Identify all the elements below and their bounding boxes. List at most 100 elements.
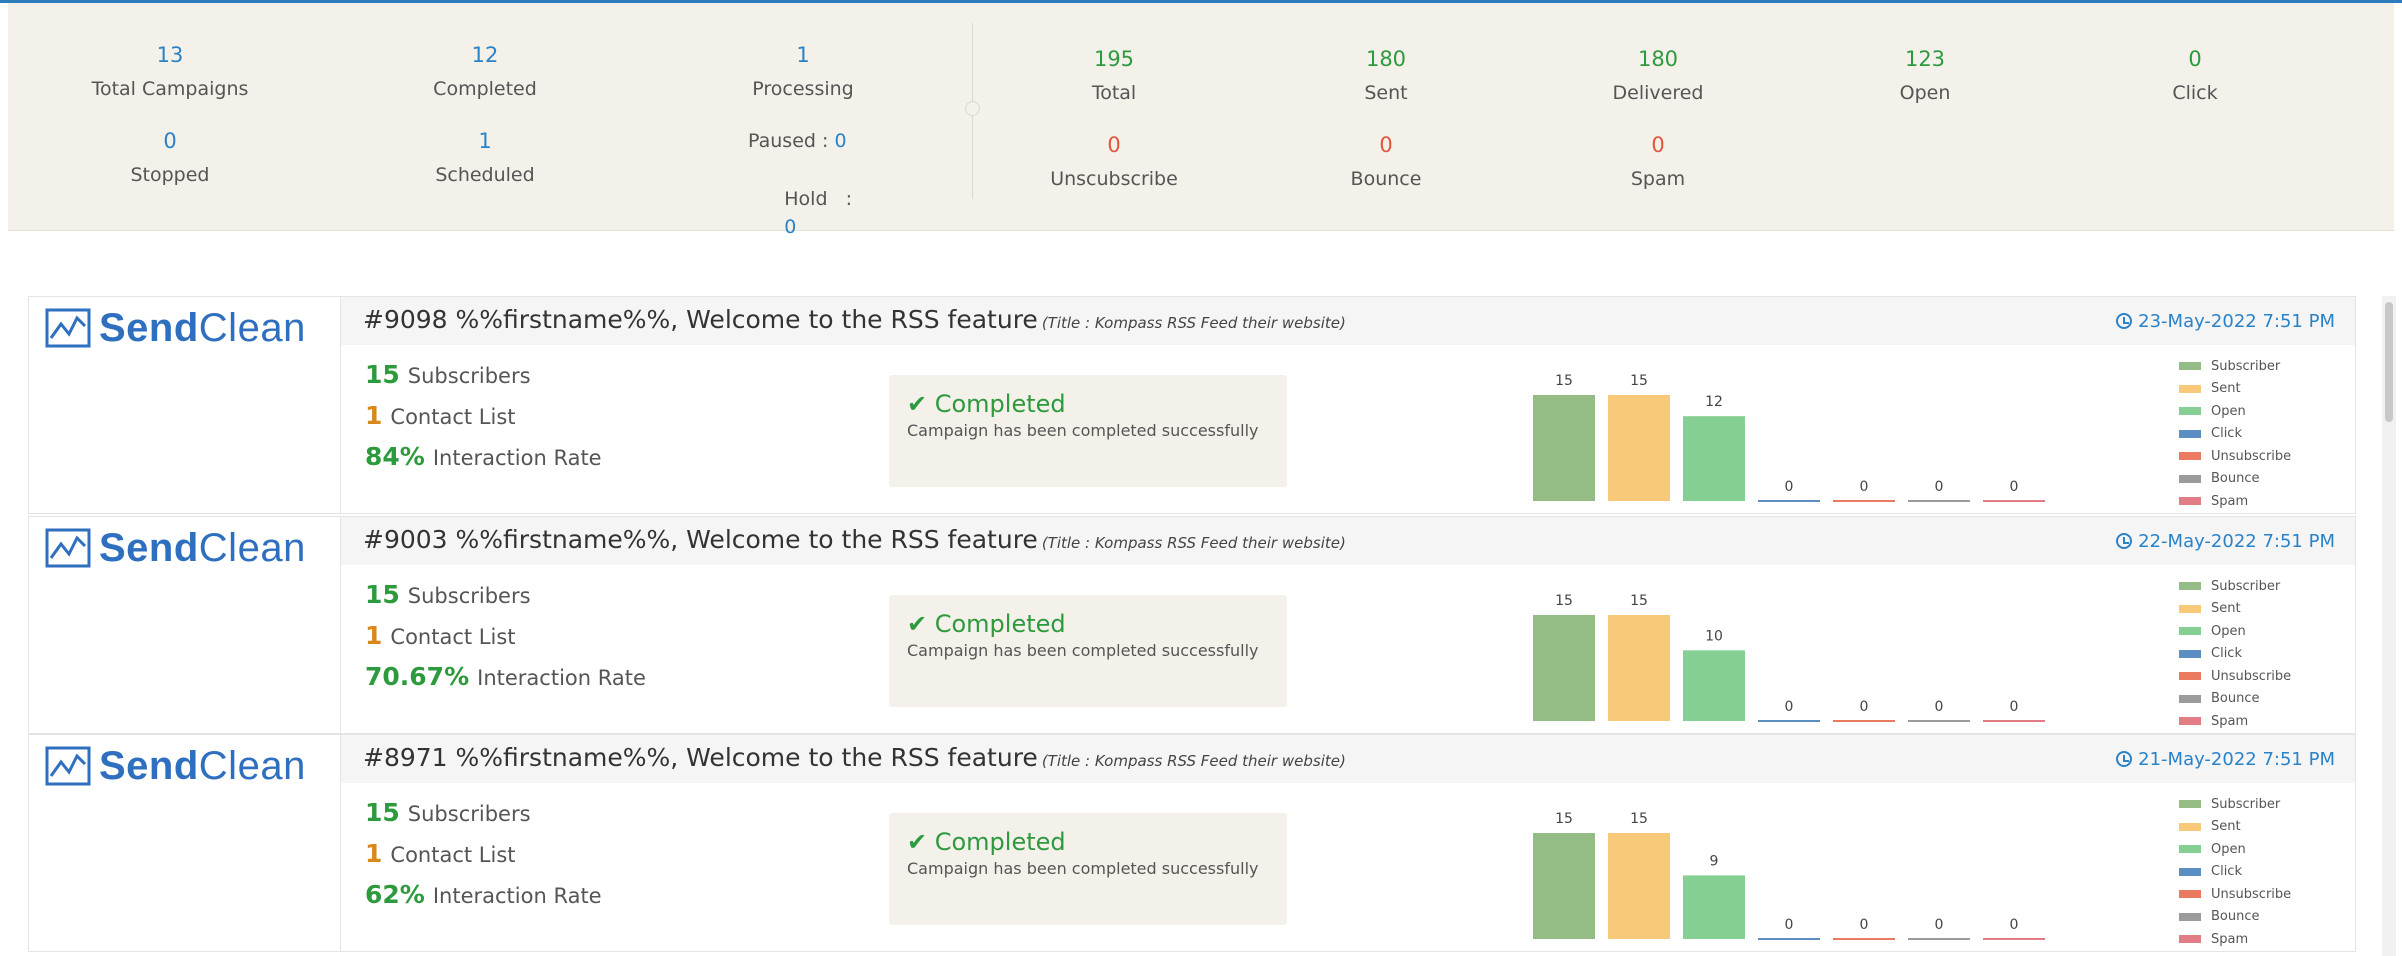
legend-swatch [2179, 362, 2201, 371]
campaign-card[interactable]: Send Clean #9098 %%firstname%%, Welcome t… [28, 296, 2356, 514]
bar-bounce[interactable] [1908, 720, 1970, 722]
legend-swatch [2179, 867, 2201, 876]
bar-bounce[interactable] [1908, 500, 1970, 502]
legend-item-sent[interactable]: Sent [2179, 598, 2349, 621]
legend-item-unsubscribe[interactable]: Unsubscribe [2179, 445, 2349, 468]
legend-swatch [2179, 717, 2201, 726]
bar-sent[interactable] [1608, 395, 1670, 501]
scrollbar-thumb[interactable] [2385, 302, 2393, 422]
campaign-card[interactable]: Send Clean #9003 %%firstname%%, Welcome t… [28, 516, 2356, 734]
subscribers-count: 15 Subscribers [365, 798, 531, 827]
stat-total-campaigns[interactable]: 13 Total Campaigns [20, 41, 320, 103]
bar-spam[interactable] [1983, 720, 2045, 722]
status-description: Campaign has been completed successfully [907, 421, 1259, 440]
bar-value-label: 15 [1555, 373, 1573, 389]
legend-item-click[interactable]: Click [2179, 643, 2349, 666]
bar-click[interactable] [1758, 938, 1820, 940]
campaign-header: #8971 %%firstname%%, Welcome to the RSS … [341, 735, 2355, 783]
stat-value: 0 [163, 129, 177, 153]
campaign-title[interactable]: #9003 %%firstname%%, Welcome to the RSS … [363, 525, 1346, 554]
legend-label: Bounce [2211, 471, 2260, 487]
bar-subscriber[interactable] [1533, 395, 1595, 501]
bar-unsubscribe[interactable] [1833, 500, 1895, 502]
bar-value-label: 0 [1935, 479, 1944, 495]
legend-item-subscriber[interactable]: Subscriber [2179, 793, 2349, 816]
stat-label: Open [1899, 82, 1951, 104]
logo-cell: Send Clean [29, 735, 341, 951]
bar-subscriber[interactable] [1533, 833, 1595, 939]
bar-unsubscribe[interactable] [1833, 720, 1895, 722]
legend-item-click[interactable]: Click [2179, 423, 2349, 446]
stat-paused[interactable]: Paused : 0 [748, 127, 847, 155]
legend-item-open[interactable]: Open [2179, 838, 2349, 861]
campaign-card[interactable]: Send Clean #8971 %%firstname%%, Welcome t… [28, 734, 2356, 952]
sendclean-logo: Send Clean [45, 306, 306, 350]
stat-scheduled[interactable]: 1 Scheduled [335, 127, 635, 189]
legend-item-subscriber[interactable]: Subscriber [2179, 575, 2349, 598]
campaign-bar-chart: 15 15 9 0 0 0 0 [1533, 811, 2045, 940]
bar-bounce[interactable] [1908, 938, 1970, 940]
stat-bounce[interactable]: 0 Bounce [1236, 131, 1536, 193]
bar-open[interactable] [1683, 650, 1745, 721]
legend-item-bounce[interactable]: Bounce [2179, 688, 2349, 711]
bar-sent[interactable] [1608, 615, 1670, 721]
campaign-info: 15 Subscribers 1 Contact List 70.67% Intera… [365, 575, 646, 698]
legend-label: Subscriber [2211, 358, 2281, 374]
bar-spam[interactable] [1983, 938, 2045, 940]
legend-item-open[interactable]: Open [2179, 400, 2349, 423]
legend-swatch [2179, 582, 2201, 591]
stat-value: 123 [1904, 47, 1946, 71]
legend-item-spam[interactable]: Spam [2179, 490, 2349, 513]
legend-label: Open [2211, 623, 2246, 639]
bar-value-label: 9 [1710, 853, 1719, 869]
legend-item-click[interactable]: Click [2179, 861, 2349, 884]
legend-swatch [2179, 429, 2201, 438]
stat-open[interactable]: 123 Open [1775, 45, 2075, 107]
legend-item-spam[interactable]: Spam [2179, 928, 2349, 951]
campaign-dashboard: 13 Total Campaigns 12 Completed 1 Proces… [0, 0, 2402, 956]
scrollbar[interactable] [2382, 296, 2396, 956]
stat-unsubscribe[interactable]: 0 Unscubscribe [964, 131, 1264, 193]
legend-item-bounce[interactable]: Bounce [2179, 468, 2349, 491]
campaign-title[interactable]: #9098 %%firstname%%, Welcome to the RSS … [363, 305, 1346, 334]
stat-sent[interactable]: 180 Sent [1236, 45, 1536, 107]
stat-processing[interactable]: 1 Processing [653, 41, 953, 103]
bar-value-label: 0 [1935, 699, 1944, 715]
stat-stopped[interactable]: 0 Stopped [20, 127, 320, 189]
legend-item-spam[interactable]: Spam [2179, 710, 2349, 733]
bar-unsubscribe[interactable] [1833, 938, 1895, 940]
campaign-title[interactable]: #8971 %%firstname%%, Welcome to the RSS … [363, 743, 1346, 772]
stat-click[interactable]: 0 Click [2045, 45, 2345, 107]
legend-item-unsubscribe[interactable]: Unsubscribe [2179, 883, 2349, 906]
stat-label: Click [2172, 82, 2218, 104]
stat-spam[interactable]: 0 Spam [1508, 131, 1808, 193]
legend-item-bounce[interactable]: Bounce [2179, 906, 2349, 929]
bar-subscriber[interactable] [1533, 615, 1595, 721]
stat-value: 0 [784, 216, 797, 238]
stat-completed[interactable]: 12 Completed [335, 41, 635, 103]
legend-item-unsubscribe[interactable]: Unsubscribe [2179, 665, 2349, 688]
bar-open[interactable] [1683, 875, 1745, 939]
logo-cell: Send Clean [29, 517, 341, 733]
stat-total[interactable]: 195 Total [964, 45, 1264, 107]
bar-value-label: 0 [1785, 699, 1794, 715]
legend-item-sent[interactable]: Sent [2179, 816, 2349, 839]
stat-hold[interactable]: Hold : 0 [748, 157, 852, 269]
contact-list-count: 1 Contact List [365, 621, 516, 650]
bar-sent[interactable] [1608, 833, 1670, 939]
campaign-stats-panel: 13 Total Campaigns 12 Completed 1 Proces… [8, 3, 2394, 238]
bar-spam[interactable] [1983, 500, 2045, 502]
bar-value-label: 15 [1555, 593, 1573, 609]
bar-click[interactable] [1758, 720, 1820, 722]
bar-click[interactable] [1758, 500, 1820, 502]
legend-item-open[interactable]: Open [2179, 620, 2349, 643]
stat-delivered[interactable]: 180 Delivered [1508, 45, 1808, 107]
legend-label: Bounce [2211, 691, 2260, 707]
campaign-subtitle: (Title : Kompass RSS Feed their website) [1041, 314, 1346, 332]
legend-item-subscriber[interactable]: Subscriber [2179, 355, 2349, 378]
legend-swatch [2179, 912, 2201, 921]
legend-item-sent[interactable]: Sent [2179, 378, 2349, 401]
bar-open[interactable] [1683, 416, 1745, 501]
stat-label: Stopped [130, 164, 210, 186]
status-label: ✔ Completed [907, 610, 1066, 638]
